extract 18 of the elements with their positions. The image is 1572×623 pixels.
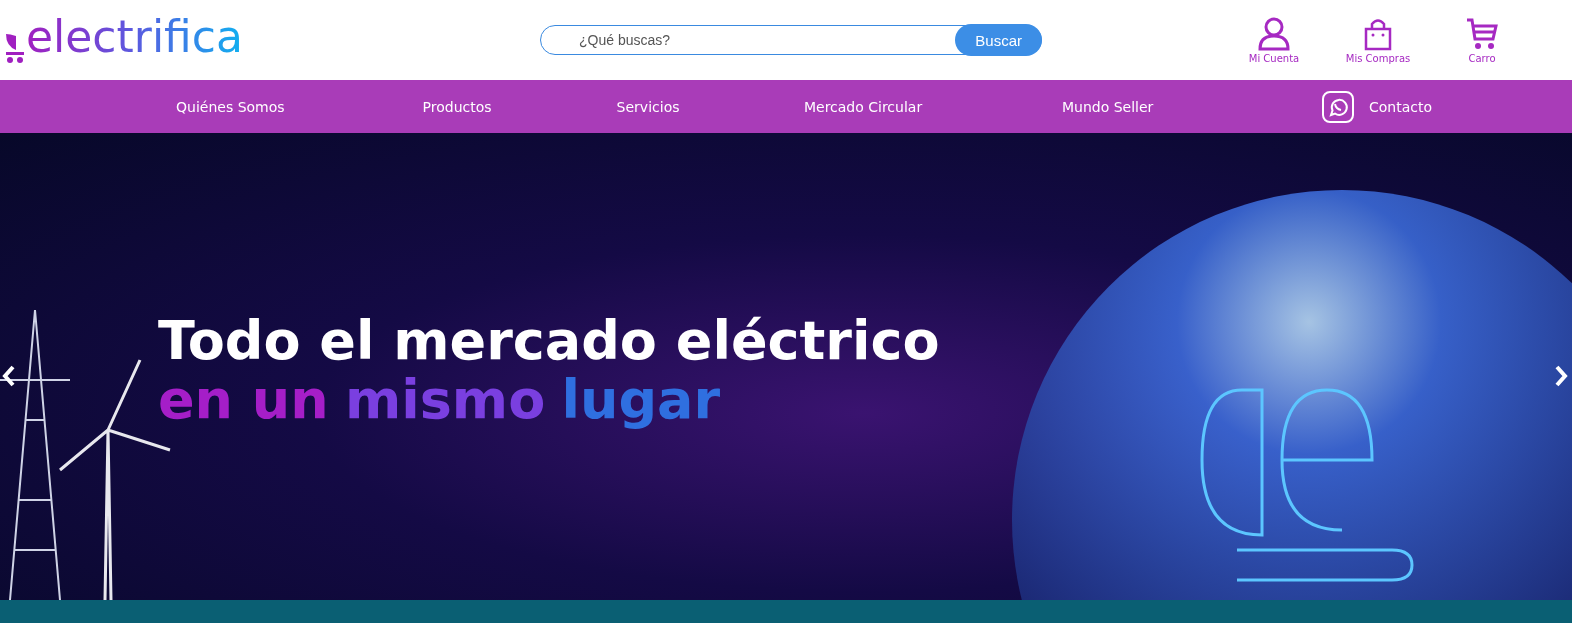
- whatsapp-icon[interactable]: [1321, 89, 1355, 124]
- header-link[interactable]: Mi Cuenta: [1242, 16, 1306, 64]
- nav-link[interactable]: Quiénes Somos: [176, 98, 423, 115]
- hero-headline: Todo el mercado eléctrico: [158, 311, 940, 371]
- chevron-left-icon: [2, 365, 16, 387]
- nav-link[interactable]: Servicios: [616, 98, 804, 115]
- header-link[interactable]: Carro: [1450, 16, 1514, 64]
- search-button[interactable]: Buscar: [955, 24, 1042, 56]
- person-icon: [1258, 16, 1290, 51]
- header-link[interactable]: Mis Compras: [1346, 16, 1410, 64]
- hero-subheadline: en un mismo lugar: [158, 370, 722, 430]
- nav-link[interactable]: Mercado Circular: [803, 98, 1062, 115]
- chevron-right-icon: [1554, 365, 1568, 387]
- nav-link[interactable]: Mundo Seller: [1062, 98, 1321, 115]
- nav-link[interactable]: Productos: [422, 98, 617, 115]
- nav-link[interactable]: Contacto: [1369, 98, 1572, 115]
- shopping-bag-icon: [1364, 16, 1392, 51]
- cart-icon: [1466, 16, 1498, 51]
